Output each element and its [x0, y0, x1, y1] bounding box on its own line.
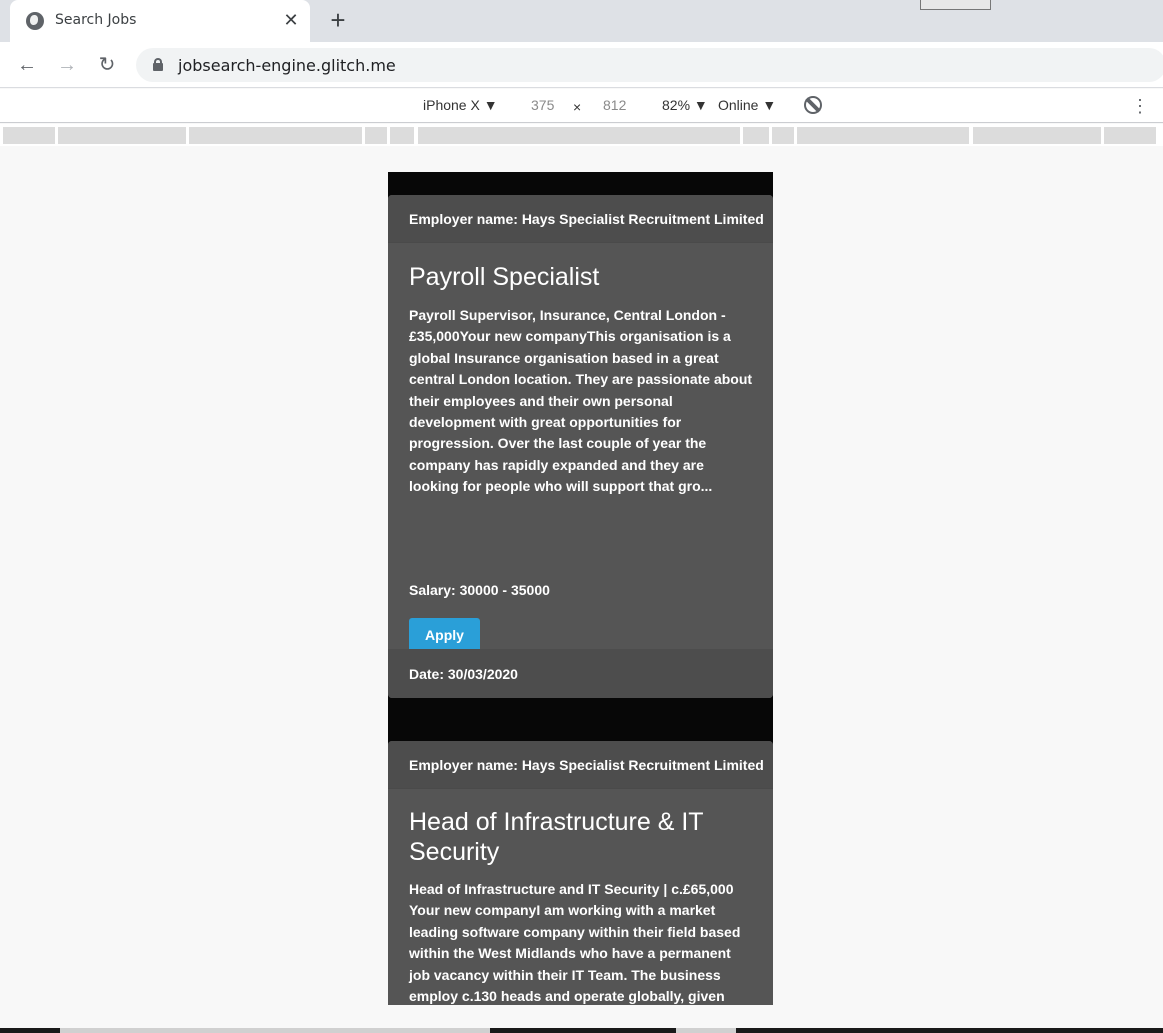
media-query-segment[interactable] — [743, 127, 769, 144]
close-icon[interactable]: ✕ — [280, 9, 302, 31]
url-text[interactable]: jobsearch-engine.glitch.me — [178, 56, 396, 75]
tab-strip: Search Jobs ✕ + — [0, 0, 1163, 42]
media-query-segment[interactable] — [418, 127, 740, 144]
job-title: Head of Infrastructure & IT Security — [409, 808, 704, 866]
salary-range: Salary: 30000 - 35000 — [409, 582, 550, 598]
card-footer: Date: 30/03/2020 — [388, 649, 773, 698]
job-card: Employer name: Hays Specialist Recruitme… — [388, 741, 773, 1005]
job-description: Payroll Supervisor, Insurance, Central L… — [409, 307, 753, 495]
device-select[interactable]: iPhone X ▼ — [423, 97, 498, 113]
media-query-segment[interactable] — [3, 127, 55, 144]
taskbar-segment — [0, 1028, 60, 1033]
browser-tab[interactable]: Search Jobs ✕ — [10, 0, 310, 42]
media-query-segment[interactable] — [1104, 127, 1156, 144]
window-control[interactable] — [920, 0, 991, 10]
media-query-segment[interactable] — [772, 127, 794, 144]
employer-name: Employer name: Hays Specialist Recruitme… — [409, 211, 764, 227]
forward-arrow-icon[interactable]: → — [55, 53, 79, 77]
media-query-segment[interactable] — [365, 127, 387, 144]
job-title: Payroll Specialist — [409, 263, 600, 291]
employer-name: Employer name: Hays Specialist Recruitme… — [409, 757, 764, 773]
more-vert-icon[interactable]: ⋮ — [1131, 97, 1149, 115]
new-tab-button[interactable]: + — [326, 7, 350, 33]
tab-title: Search Jobs — [55, 12, 137, 28]
viewport-height-input[interactable]: 812 — [603, 97, 626, 113]
taskbar-segment — [736, 1028, 1163, 1033]
media-query-segment[interactable] — [189, 127, 362, 144]
device-toolbar: iPhone X ▼ 375 × 812 82% ▼ Online ▼ ⋮ — [0, 89, 1163, 123]
network-throttle-select[interactable]: Online ▼ — [718, 97, 776, 113]
lock-icon[interactable] — [153, 58, 163, 71]
dimension-separator: × — [573, 99, 582, 115]
address-bar[interactable]: jobsearch-engine.glitch.me — [136, 48, 1163, 82]
reload-icon[interactable]: ↻ — [95, 53, 119, 77]
media-query-segment[interactable] — [973, 127, 1101, 144]
viewport-width-input[interactable]: 375 — [531, 97, 554, 113]
posted-date: Date: 30/03/2020 — [409, 666, 518, 682]
browser-toolbar: ← → ↻ jobsearch-engine.glitch.me — [0, 42, 1163, 88]
card-header: Employer name: Hays Specialist Recruitme… — [388, 741, 773, 789]
globe-icon — [26, 12, 44, 30]
device-viewport: Employer name: Hays Specialist Recruitme… — [388, 172, 773, 1005]
media-query-segment[interactable] — [58, 127, 186, 144]
job-description: Head of Infrastructure and IT Security |… — [409, 881, 741, 1005]
rotate-icon[interactable] — [804, 96, 822, 114]
media-query-segment[interactable] — [390, 127, 414, 144]
media-query-bar — [0, 124, 1163, 146]
media-query-segment[interactable] — [797, 127, 969, 144]
job-card: Employer name: Hays Specialist Recruitme… — [388, 195, 773, 698]
zoom-select[interactable]: 82% ▼ — [662, 97, 708, 113]
taskbar-segment — [490, 1028, 676, 1033]
taskbar-edge — [0, 1028, 1163, 1033]
card-header: Employer name: Hays Specialist Recruitme… — [388, 195, 773, 243]
back-arrow-icon[interactable]: ← — [15, 53, 39, 77]
apply-button[interactable]: Apply — [409, 618, 480, 653]
